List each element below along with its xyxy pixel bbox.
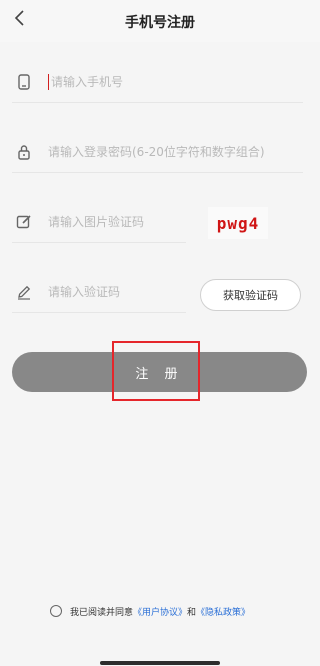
get-code-button[interactable]: 获取验证码 <box>200 279 301 311</box>
sms-code-row <box>12 274 186 313</box>
user-agreement-link[interactable]: 《用户协议》 <box>133 605 187 618</box>
captcha-row <box>12 204 186 243</box>
captcha-input[interactable] <box>48 208 183 236</box>
page-title: 手机号注册 <box>125 15 195 31</box>
captcha-image[interactable]: pwg4 <box>208 207 268 239</box>
lock-icon <box>16 144 32 160</box>
phone-row <box>12 64 303 103</box>
text-caret <box>48 74 49 90</box>
agree-checkbox[interactable] <box>50 605 62 617</box>
phone-icon <box>16 74 32 90</box>
agreement-row: 我已阅读并同意 《用户协议》 和 《隐私政策》 <box>50 603 250 619</box>
password-row <box>12 134 303 173</box>
edit-icon <box>16 214 32 230</box>
agreement-prefix: 我已阅读并同意 <box>70 607 134 618</box>
password-input[interactable] <box>48 138 300 166</box>
home-indicator <box>100 661 220 665</box>
pencil-icon <box>16 284 32 300</box>
phone-input[interactable] <box>51 68 291 96</box>
header-bar: 手机号注册 <box>0 0 320 42</box>
highlight-annotation <box>112 341 200 401</box>
privacy-policy-link[interactable]: 《隐私政策》 <box>196 605 250 618</box>
sms-code-input[interactable] <box>48 278 183 306</box>
agreement-and: 和 <box>187 607 197 618</box>
